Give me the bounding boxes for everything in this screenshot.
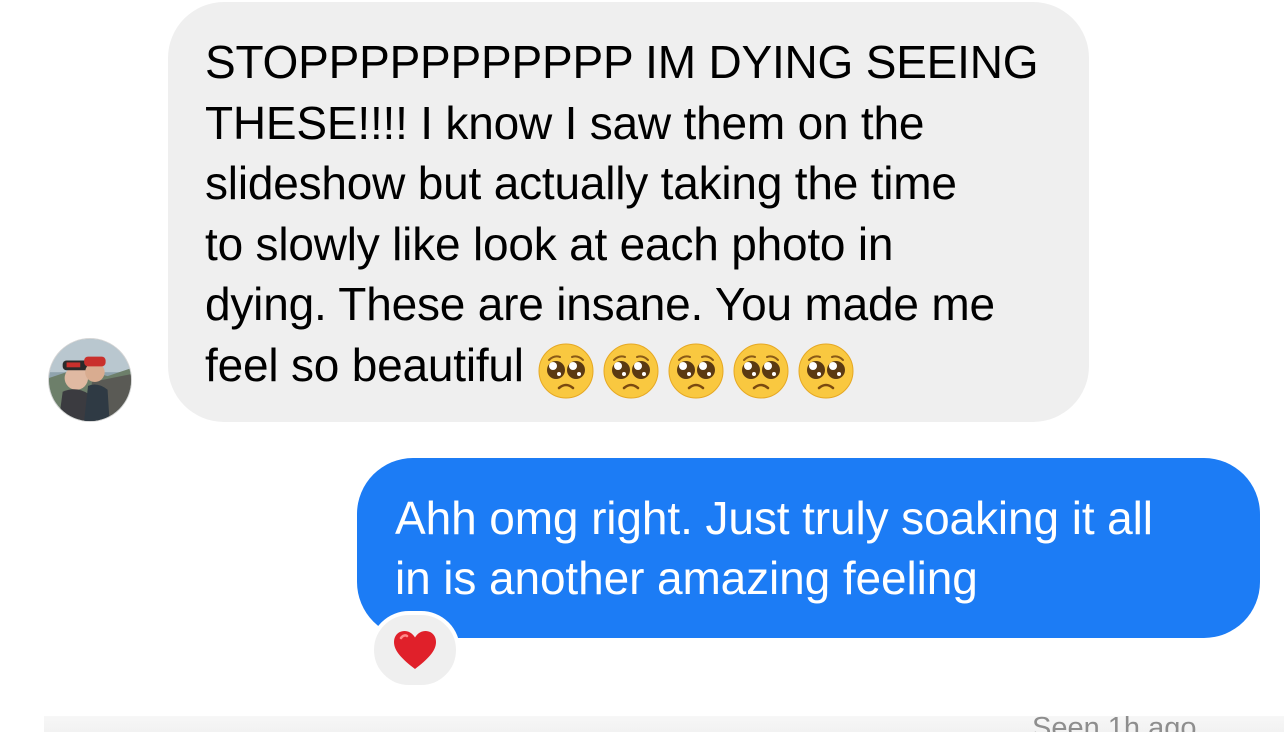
outgoing-message-bubble[interactable]: Ahh omg right. Just truly soaking it all… bbox=[357, 458, 1260, 638]
pleading-face-emoji-icon bbox=[798, 343, 854, 399]
heart-reaction[interactable] bbox=[370, 611, 460, 689]
incoming-message-line: to slowly like look at each photo in bbox=[205, 217, 894, 270]
message-thread: STOPPPPPPPPPPP IM DYING SEEING THESE!!!!… bbox=[0, 0, 1284, 732]
incoming-message-line: THESE!!!! I know I saw them on the bbox=[205, 96, 925, 149]
outgoing-message-line: in is another amazing feeling bbox=[395, 552, 978, 604]
pleading-face-emoji-icon bbox=[733, 343, 789, 399]
sender-avatar[interactable] bbox=[48, 338, 132, 422]
incoming-message-line: dying. These are insane. You made me bbox=[205, 278, 995, 330]
incoming-message-line: STOPPPPPPPPPPP IM DYING SEEING bbox=[205, 36, 1039, 88]
emoji-row bbox=[538, 343, 863, 404]
seen-status: Seen 1h ago bbox=[1032, 712, 1197, 732]
outgoing-message-line: Ahh omg right. Just truly soaking it all bbox=[395, 492, 1153, 544]
incoming-message-line: slideshow but actually taking the time bbox=[205, 157, 957, 209]
red-heart-icon bbox=[394, 631, 436, 669]
profile-photo-avatar-icon bbox=[49, 339, 131, 421]
pleading-face-emoji-icon bbox=[603, 343, 659, 399]
incoming-message-bubble[interactable]: STOPPPPPPPPPPP IM DYING SEEING THESE!!!!… bbox=[168, 2, 1089, 422]
pleading-face-emoji-icon bbox=[538, 343, 594, 399]
pleading-face-emoji-icon bbox=[668, 343, 724, 399]
incoming-message-line: feel so beautiful bbox=[205, 338, 524, 391]
incoming-message-last-line: feel so beautiful bbox=[205, 335, 1053, 404]
